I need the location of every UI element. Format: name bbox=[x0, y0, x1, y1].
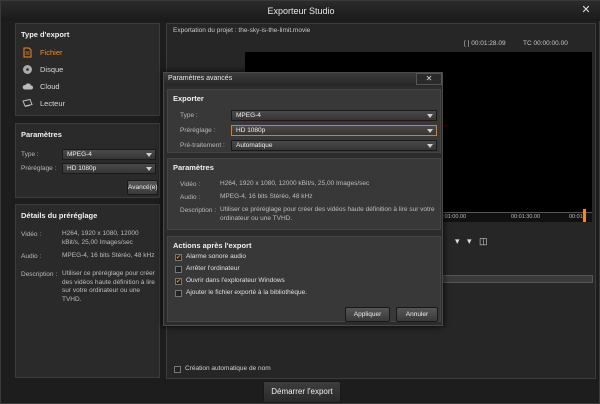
ruler-label-b: 00:01:30.00 bbox=[511, 214, 541, 220]
dialog-titlebar: Paramètres avancés ✕ bbox=[164, 73, 442, 86]
cancel-button[interactable]: Annuler bbox=[396, 307, 438, 322]
export-type-cloud[interactable]: Cloud bbox=[18, 78, 158, 95]
dialog-params-header: Paramètres bbox=[173, 163, 214, 172]
dialog-video-label: Vidéo : bbox=[180, 181, 201, 188]
type-select[interactable]: MPEG-4 bbox=[62, 149, 156, 160]
auto-name-label: Création automatique de nom bbox=[185, 365, 271, 372]
dialog-desc-label: Description : bbox=[180, 207, 217, 214]
chevron-down-icon bbox=[427, 114, 433, 118]
dialog-video-value: H264, 1920 x 1080, 12000 kBit/s, 25,00 I… bbox=[220, 180, 370, 187]
project-label: Exportation du projet : the-sky-is-the-l… bbox=[173, 27, 311, 34]
export-type-file[interactable]: Fichier bbox=[18, 44, 158, 61]
dialog-close-button[interactable]: ✕ bbox=[416, 73, 442, 85]
type-label: Type : bbox=[21, 151, 39, 158]
window-title: Exporteur Studio bbox=[267, 6, 335, 16]
export-type-list: Fichier Disque Cloud Lecteur bbox=[18, 44, 158, 112]
alarm-label: Alarme sonore audio bbox=[186, 253, 246, 260]
window-close-button[interactable]: ✕ bbox=[579, 4, 593, 17]
export-type-disc[interactable]: Disque bbox=[18, 61, 158, 78]
export-type-label: Lecteur bbox=[40, 99, 66, 108]
type-select-value: MPEG-4 bbox=[67, 151, 92, 158]
details-video-label: Vidéo : bbox=[21, 231, 42, 238]
chevron-down-icon bbox=[427, 144, 433, 148]
open-explorer-checkbox[interactable]: ✔ bbox=[175, 278, 182, 285]
transport-controls: ▾ ▾ ◫ bbox=[455, 236, 495, 248]
mark-in-icon[interactable]: ▾ bbox=[455, 236, 460, 247]
chevron-down-icon bbox=[427, 129, 433, 133]
preset-details-header: Détails du préréglage bbox=[21, 211, 98, 220]
details-audio-label: Audio : bbox=[21, 253, 42, 260]
add-library-label: Ajouter le fichier exporté à la biblioth… bbox=[186, 289, 308, 296]
timeline-ruler[interactable]: 00:01:00.00 00:01:30.00 00:01: bbox=[427, 209, 592, 222]
cloud-icon bbox=[22, 83, 33, 90]
dialog-title: Paramètres avancés bbox=[168, 75, 233, 82]
dialog-audio-label: Audio : bbox=[180, 194, 201, 201]
dialog-pre-select[interactable]: Automatique bbox=[231, 140, 437, 151]
dialog-type-select[interactable]: MPEG-4 bbox=[231, 110, 437, 121]
dialog-type-value: MPEG-4 bbox=[236, 112, 261, 119]
file-icon bbox=[23, 47, 32, 58]
export-studio-window: Exporteur Studio ✕ Type d'export Fichier… bbox=[0, 0, 600, 404]
dialog-type-label: Type : bbox=[180, 112, 198, 119]
timecode-duration: [ ] 00:01:28.09 bbox=[464, 40, 506, 47]
preset-select[interactable]: HD 1080p bbox=[62, 163, 156, 174]
details-video-value: H264, 1920 x 1080, 12000 kBit/s, 25,00 I… bbox=[62, 230, 139, 246]
details-audio-value: MPEG-4, 16 bits Stéréo, 48 kHz bbox=[62, 252, 155, 259]
chevron-down-icon bbox=[146, 153, 152, 157]
auto-name-checkbox[interactable] bbox=[174, 366, 181, 373]
export-type-device[interactable]: Lecteur bbox=[18, 95, 158, 112]
device-icon bbox=[22, 98, 33, 107]
dialog-preset-value: HD 1080p bbox=[236, 127, 266, 134]
dialog-export-header: Exporter bbox=[173, 94, 204, 103]
dialog-actions-header: Actions après l'export bbox=[173, 241, 252, 250]
export-type-label: Fichier bbox=[40, 48, 63, 57]
add-library-checkbox[interactable] bbox=[175, 290, 182, 297]
dialog-pre-value: Automatique bbox=[236, 142, 273, 149]
export-type-header: Type d'export bbox=[21, 30, 70, 39]
dialog-preset-select[interactable]: HD 1080p bbox=[231, 125, 437, 136]
params-header: Paramètres bbox=[21, 130, 62, 139]
dialog-params-section: Paramètres Vidéo : H264, 1920 x 1080, 12… bbox=[167, 158, 441, 230]
preset-label: Préréglage : bbox=[21, 165, 57, 172]
dialog-audio-value: MPEG-4, 16 bits Stéréo, 48 kHz bbox=[220, 193, 313, 200]
window-titlebar: Exporteur Studio bbox=[1, 1, 600, 21]
advanced-dialog: Paramètres avancés ✕ Exporter Type : MPE… bbox=[163, 72, 443, 326]
advanced-button[interactable]: Avancé(e) bbox=[127, 180, 158, 195]
dialog-preset-label: Préréglage : bbox=[180, 127, 216, 134]
details-desc-label: Description : bbox=[21, 271, 58, 278]
dialog-export-section: Exporter Type : MPEG-4 Préréglage : HD 1… bbox=[167, 89, 441, 153]
export-type-panel: Type d'export Fichier Disque Cloud Lecte… bbox=[15, 23, 160, 116]
params-panel: Paramètres Type : MPEG-4 Préréglage : HD… bbox=[15, 123, 160, 198]
export-type-label: Disque bbox=[40, 65, 64, 74]
shutdown-label: Arrêter l'ordinateur bbox=[186, 265, 240, 272]
ruler-label-c: 00:01: bbox=[569, 214, 585, 220]
preset-select-value: HD 1080p bbox=[67, 165, 97, 172]
disc-icon bbox=[23, 65, 32, 74]
output-bar bbox=[443, 275, 593, 283]
shutdown-checkbox[interactable] bbox=[175, 266, 182, 273]
export-type-label: Cloud bbox=[40, 82, 60, 91]
alarm-checkbox[interactable]: ✔ bbox=[175, 254, 182, 261]
details-desc-value: Utiliser ce préréglage pour créer des vi… bbox=[62, 270, 155, 303]
dialog-desc-value: Utiliser ce préréglage pour créer des vi… bbox=[220, 206, 435, 222]
mark-out-icon[interactable]: ▾ bbox=[467, 236, 472, 247]
timecode-current: TC 00:00:00.00 bbox=[523, 40, 568, 47]
clip-icon[interactable]: ◫ bbox=[479, 236, 488, 247]
preset-details-panel: Détails du préréglage Vidéo : H264, 1920… bbox=[15, 204, 160, 378]
start-export-button[interactable]: Démarrer l'export bbox=[263, 381, 341, 403]
open-explorer-label: Ouvrir dans l'explorateur Windows bbox=[186, 277, 285, 284]
apply-button[interactable]: Appliquer bbox=[345, 307, 390, 322]
playhead-marker[interactable] bbox=[583, 209, 586, 222]
chevron-down-icon bbox=[146, 167, 152, 171]
dialog-actions-section: Actions après l'export ✔ Alarme sonore a… bbox=[167, 236, 441, 322]
dialog-pre-label: Pré-traitement : bbox=[180, 142, 225, 149]
